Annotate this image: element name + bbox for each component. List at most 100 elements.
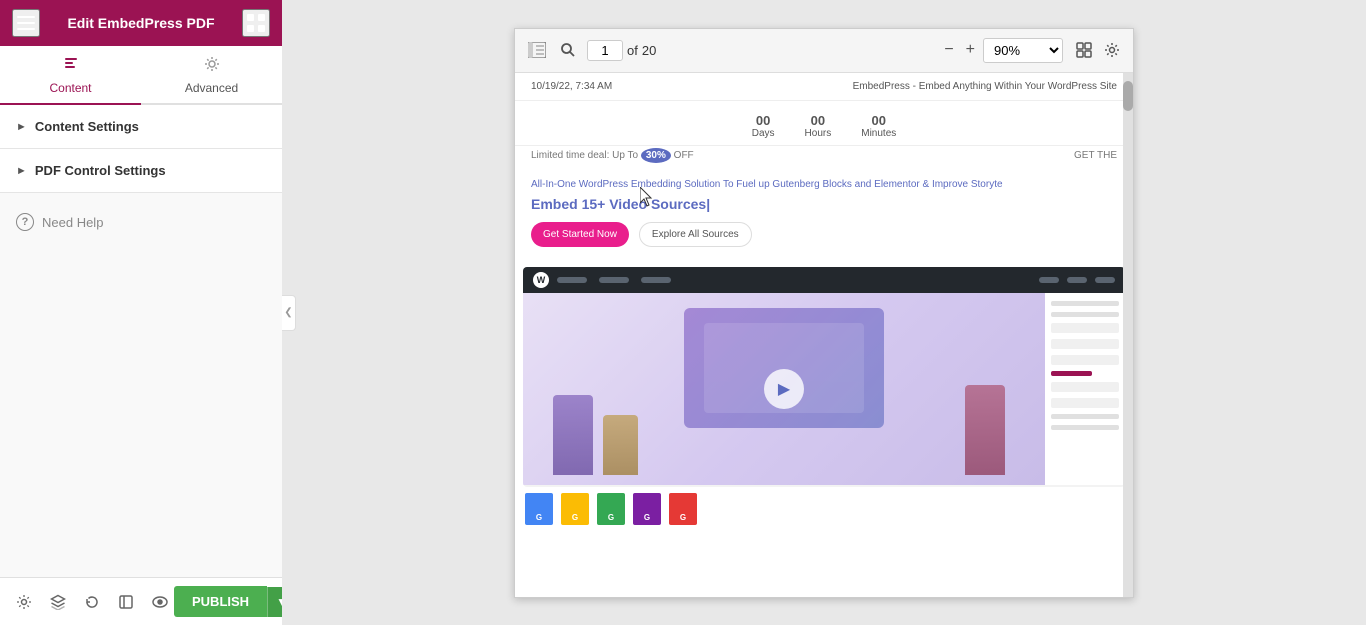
content-tab-icon: [63, 56, 79, 77]
settings-icon[interactable]: [10, 588, 38, 616]
wp-nav-items: [557, 277, 671, 283]
zoom-controls: − + 90%: [940, 38, 1123, 63]
sidebar-header: Edit EmbedPress PDF: [0, 0, 282, 46]
template-icon[interactable]: [112, 588, 140, 616]
wp-sidebar-right: [1045, 293, 1125, 485]
pdf-control-settings-accordion: ► PDF Control Settings: [0, 149, 282, 193]
wp-nav-item-2: [599, 277, 629, 283]
pdf-sidebar-toggle[interactable]: [525, 39, 549, 61]
pdf-view-toggle[interactable]: [1073, 39, 1095, 61]
wp-icon-2: [1067, 277, 1087, 283]
play-button-icon[interactable]: ▶: [764, 369, 804, 409]
need-help-label: Need Help: [42, 215, 103, 230]
editor-title: Edit EmbedPress PDF: [67, 15, 214, 31]
pdf-site-name: EmbedPress - Embed Anything Within Your …: [853, 81, 1117, 92]
content-settings-label: Content Settings: [35, 119, 139, 134]
pdf-content-area: 10/19/22, 7:34 AM EmbedPress - Embed Any…: [515, 73, 1133, 597]
pdf-search-button[interactable]: [557, 39, 579, 61]
need-help-section[interactable]: ? Need Help: [0, 193, 282, 251]
doc-icon-purple: G: [633, 493, 661, 525]
zoom-level-select[interactable]: 90%: [983, 38, 1063, 63]
countdown-hours: 00 Hours: [805, 113, 832, 139]
pdf-view-icons: [1073, 39, 1123, 61]
zoom-in-button[interactable]: +: [962, 40, 979, 60]
footer-icon-group: [10, 588, 174, 616]
promo-cta-text: GET THE: [1074, 150, 1117, 161]
hamburger-menu-icon[interactable]: [12, 9, 40, 37]
pdf-control-settings-label: PDF Control Settings: [35, 163, 166, 178]
page-total: 20: [642, 43, 656, 58]
layers-icon[interactable]: [44, 588, 72, 616]
advanced-tab-icon: [204, 56, 220, 77]
pdf-cta-buttons: Get Started Now Explore All Sources: [531, 222, 1117, 247]
history-icon[interactable]: [78, 588, 106, 616]
pdf-tagline: All-In-One WordPress Embedding Solution …: [531, 179, 1117, 190]
pdf-scrollbar[interactable]: [1123, 73, 1133, 597]
wp-nav-item-3: [641, 277, 671, 283]
doc-icon-red: G: [669, 493, 697, 525]
pdf-hero-section: All-In-One WordPress Embedding Solution …: [515, 165, 1133, 267]
wp-icon-1: [1039, 277, 1059, 283]
pdf-settings-button[interactable]: [1101, 39, 1123, 61]
page-input-group: of 20: [587, 40, 656, 61]
preview-icon[interactable]: [146, 588, 174, 616]
sidebar-body: ► Content Settings ► PDF Control Setting…: [0, 105, 282, 577]
pdf-headline-highlight: 15+ Video Sources: [582, 196, 707, 212]
wp-main-area: ▶: [523, 293, 1045, 485]
countdown-minutes: 00 Minutes: [861, 113, 896, 139]
wp-sidebar-block-3: [1051, 355, 1119, 365]
promo-badge: 30%: [641, 148, 671, 163]
tab-content[interactable]: Content: [0, 46, 141, 103]
chevron-right-icon: ►: [16, 121, 27, 133]
wp-sidebar-line-3: [1051, 414, 1119, 419]
wp-nav-item: [557, 277, 587, 283]
pdf-promo-bar: Limited time deal: Up To 30% OFF GET THE: [515, 146, 1133, 165]
wp-sidebar-slider: [1051, 371, 1092, 376]
pdf-page-header: 10/19/22, 7:34 AM EmbedPress - Embed Any…: [515, 73, 1133, 101]
wp-sidebar-line-1: [1051, 301, 1119, 306]
promo-text: Limited time deal: Up To 30% OFF: [531, 150, 694, 161]
content-settings-header[interactable]: ► Content Settings: [0, 105, 282, 148]
doc-icon-blue: G: [525, 493, 553, 525]
sidebar: Edit EmbedPress PDF Content: [0, 0, 282, 625]
pdf-countdown-section: 00 Days 00 Hours 00 Minutes: [515, 101, 1133, 146]
pdf-explore-button[interactable]: Explore All Sources: [639, 222, 752, 247]
wp-sidebar-line-2: [1051, 312, 1119, 317]
wordpress-logo: W: [533, 272, 549, 288]
pdf-scrollbar-thumb[interactable]: [1123, 81, 1133, 111]
doc-icons-row: G G G G G: [515, 487, 1133, 531]
wp-sidebar-block-2: [1051, 339, 1119, 349]
help-question-icon: ?: [16, 213, 34, 231]
editor-tabs: Content Advanced: [0, 46, 282, 105]
doc-icon-green: G: [597, 493, 625, 525]
pdf-get-started-button[interactable]: Get Started Now: [531, 222, 629, 247]
content-tab-label: Content: [49, 81, 91, 95]
tab-advanced[interactable]: Advanced: [141, 46, 282, 103]
page-separator: of: [627, 43, 638, 58]
sidebar-collapse-handle[interactable]: ❮: [282, 295, 296, 331]
wp-sidebar-block-1: [1051, 323, 1119, 333]
pdf-control-settings-header[interactable]: ► PDF Control Settings: [0, 149, 282, 192]
chevron-right-icon-2: ►: [16, 165, 27, 177]
zoom-out-button[interactable]: −: [940, 40, 957, 60]
page-number-input[interactable]: [587, 40, 623, 61]
publish-button[interactable]: PUBLISH: [174, 586, 267, 617]
wp-admin-bar: W: [523, 267, 1125, 293]
pdf-viewer: of 20 − + 90%: [514, 28, 1134, 598]
pdf-page: 10/19/22, 7:34 AM EmbedPress - Embed Any…: [515, 73, 1133, 597]
wp-sidebar-block-4: [1051, 382, 1119, 392]
wp-icon-3: [1095, 277, 1115, 283]
advanced-tab-label: Advanced: [185, 81, 238, 95]
pdf-headline: Embed 15+ Video Sources|: [531, 196, 1117, 212]
main-content-area: of 20 − + 90%: [282, 0, 1366, 625]
countdown-days: 00 Days: [752, 113, 775, 139]
pdf-date-stamp: 10/19/22, 7:34 AM: [531, 81, 612, 92]
content-settings-accordion: ► Content Settings: [0, 105, 282, 149]
wp-sidebar-line-4: [1051, 425, 1119, 430]
doc-icon-yellow: G: [561, 493, 589, 525]
wp-hero-image: ▶: [523, 293, 1045, 485]
grid-apps-icon[interactable]: [242, 9, 270, 37]
wp-sidebar-block-5: [1051, 398, 1119, 408]
pdf-toolbar: of 20 − + 90%: [515, 29, 1133, 73]
sidebar-footer: PUBLISH ▼: [0, 577, 282, 625]
